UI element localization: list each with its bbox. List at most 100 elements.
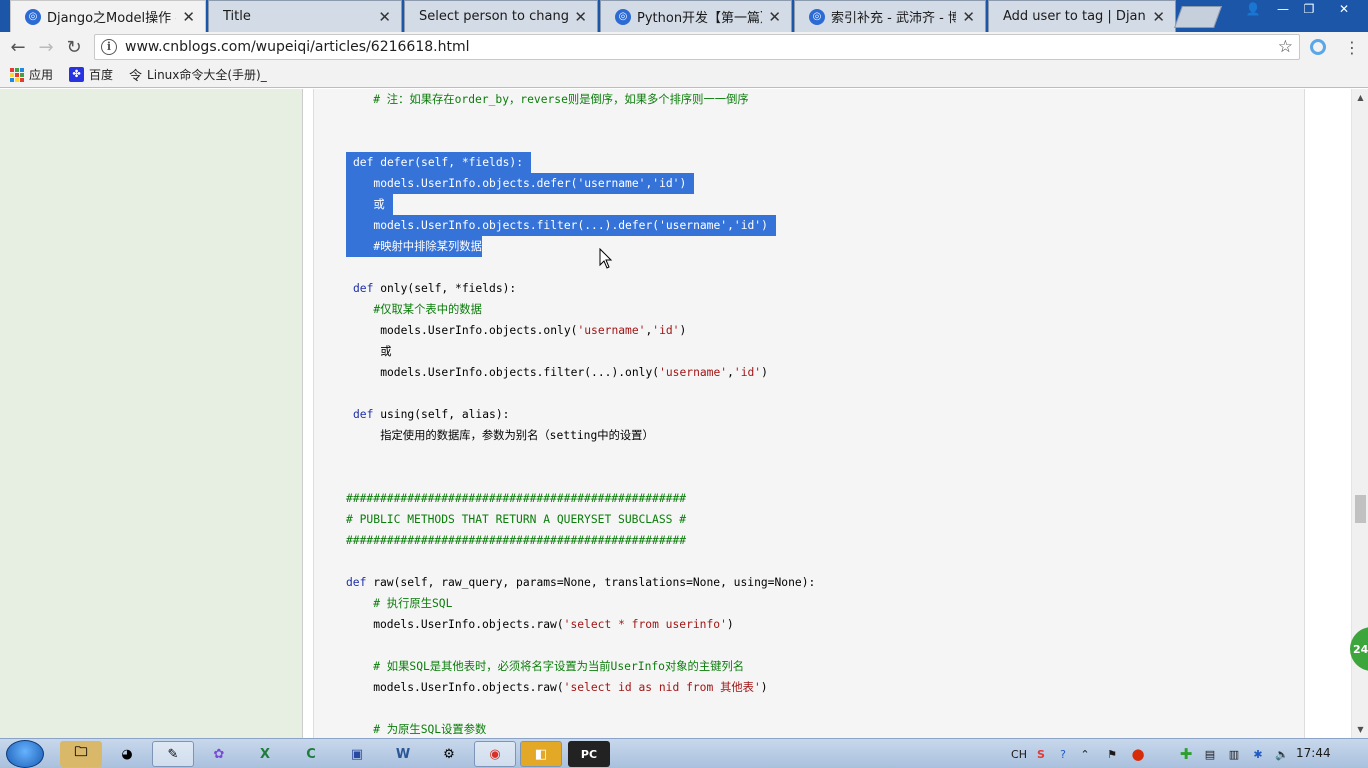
page-content: # 注：如果存在order_by，reverse则是倒序，如果多个排序则一一倒序… <box>0 89 1368 738</box>
reload-icon[interactable]: ↻ <box>62 35 86 59</box>
code-line: def only(self, *fields): <box>353 278 516 299</box>
keyword: def <box>353 156 374 169</box>
code-comment: #仅取某个表中的数据 <box>353 303 482 316</box>
bookmark-linux-commands[interactable]: 令 Linux命令大全(手册)_ <box>129 65 267 84</box>
menu-icon[interactable]: ⋮ <box>1340 35 1364 59</box>
bookmark-baidu[interactable]: ✤ 百度 <box>69 66 113 83</box>
chrome-icon[interactable]: ◉ <box>474 741 516 767</box>
address-bar[interactable]: i www.cnblogs.com/wupeiqi/articles/62166… <box>94 34 1300 60</box>
tab-python-dev[interactable]: ◎ Python开发【第一篇】 ✕ <box>600 0 792 32</box>
tab-index-supplement[interactable]: ◎ 索引补充 - 武沛齐 - 博客 ✕ <box>794 0 986 32</box>
help-icon[interactable]: ? <box>1054 743 1072 765</box>
new-tab-button[interactable] <box>1173 6 1223 28</box>
file-explorer-icon[interactable]: 🗀 <box>60 741 102 767</box>
word-icon[interactable]: W <box>382 741 424 767</box>
extension-icon[interactable] <box>1309 38 1327 56</box>
restore-icon[interactable]: ❐ <box>1296 0 1322 18</box>
code-line-selected: models.UserInfo.objects.filter(...).defe… <box>346 215 776 236</box>
tab-label: Add user to tag | Djang <box>1003 9 1147 24</box>
volume-icon[interactable]: 🔈 <box>1272 743 1292 765</box>
pin-icon[interactable]: ⚑ <box>1102 743 1122 765</box>
code-text: only(self, *fields): <box>373 282 517 295</box>
code-comment: # 注：如果存在order_by，reverse则是倒序，如果多个排序则一一倒序 <box>346 93 749 106</box>
code-line-selected: #映射中排除某列数据 <box>346 236 482 257</box>
code-line: def raw(self, raw_query, params=None, tr… <box>346 572 815 593</box>
code-line-selected: def defer(self, *fields): <box>346 152 532 173</box>
scrollbar-thumb[interactable] <box>1355 495 1366 523</box>
user-icon[interactable]: 👤 <box>1240 0 1266 18</box>
bookmark-apps[interactable]: 应用 <box>10 66 53 83</box>
back-icon[interactable]: ← <box>6 35 30 59</box>
tab-select-person[interactable]: Select person to chang ✕ <box>404 0 598 104</box>
bookmark-star-icon[interactable]: ☆ <box>1278 37 1293 57</box>
code-text: 或 <box>373 198 385 211</box>
close-icon[interactable]: ✕ <box>768 8 781 26</box>
clock[interactable]: 17:44 <box>1296 746 1331 760</box>
cnblogs-icon: ◎ <box>615 8 631 25</box>
code-string: 'username' <box>577 324 646 337</box>
tab-label: Django之Model操作 - 武 <box>47 11 176 26</box>
code-text: 指定使用的数据库，参数为别名（setting中的设置） <box>353 429 654 442</box>
code-text: models.UserInfo.objects.defer( <box>353 177 578 190</box>
start-button[interactable] <box>6 740 44 768</box>
code-text: defer(self, *fields): <box>373 156 524 169</box>
forward-icon[interactable]: → <box>34 35 58 59</box>
ime-indicator[interactable]: CH <box>1008 743 1030 765</box>
cnblogs-icon: ◎ <box>809 8 825 25</box>
audio-player-icon[interactable]: ◧ <box>520 741 562 767</box>
tray-expand-icon[interactable]: ⌃ <box>1076 743 1094 765</box>
record-icon[interactable]: ● <box>1128 743 1148 765</box>
close-icon[interactable]: ✕ <box>574 8 587 26</box>
tab-strip: ◎ Django之Model操作 - 武 ✕ Title ✕ Select pe… <box>0 0 1368 104</box>
close-icon[interactable]: ✕ <box>962 8 975 26</box>
code-text: using(self, alias): <box>373 408 510 421</box>
window-close-icon[interactable]: ✕ <box>1324 0 1364 18</box>
code-comment: ########################################… <box>346 492 687 505</box>
left-sidebar <box>0 89 303 738</box>
code-text: models.UserInfo.objects.raw( <box>346 618 564 631</box>
qq-icon[interactable]: ◕ <box>106 741 148 767</box>
save-disk-icon[interactable]: ▣ <box>336 741 378 767</box>
notepad-icon[interactable]: ✎ <box>152 741 194 767</box>
code-string: 'username' <box>577 177 646 190</box>
scroll-up-icon[interactable]: ▲ <box>1352 89 1368 106</box>
close-icon[interactable]: ✕ <box>1152 8 1165 26</box>
paint-icon[interactable]: ✿ <box>198 741 240 767</box>
network-icon[interactable]: ▥ <box>1224 743 1244 765</box>
tab-label: Title <box>223 9 251 24</box>
code-text: models.UserInfo.objects.filter(...).defe… <box>353 219 660 232</box>
tool-icon[interactable]: ⚙ <box>428 741 470 767</box>
tab-label: Python开发【第一篇】 <box>637 11 763 26</box>
code-string: 'id' <box>652 324 680 337</box>
close-icon[interactable]: ✕ <box>378 8 391 26</box>
tab-django-model[interactable]: ◎ Django之Model操作 - 武 ✕ <box>10 0 206 32</box>
minimize-icon[interactable]: — <box>1270 0 1296 18</box>
scroll-down-icon[interactable]: ▼ <box>1352 721 1368 738</box>
pycharm-icon[interactable]: PC <box>568 741 610 767</box>
badge-count: 24 <box>1353 642 1368 656</box>
camtasia-icon[interactable]: C <box>290 741 332 767</box>
tab-label: 索引补充 - 武沛齐 - 博客 <box>831 11 957 26</box>
close-icon[interactable]: ✕ <box>182 8 195 26</box>
bookmark-label: 百度 <box>89 68 114 82</box>
tab-add-user-to-tag[interactable]: Add user to tag | Djang ✕ <box>988 0 1176 104</box>
tab-title[interactable]: Title ✕ <box>208 0 402 104</box>
code-line-selected: 或 <box>346 194 393 215</box>
code-comment: # 为原生SQL设置参数 <box>346 723 487 736</box>
right-margin <box>1305 89 1351 738</box>
add-icon[interactable]: ✚ <box>1176 743 1196 765</box>
code-comment: #映射中排除某列数据 <box>353 240 482 253</box>
sogou-icon[interactable]: S <box>1032 743 1050 765</box>
device-icon[interactable]: ▤ <box>1200 743 1220 765</box>
mouse-cursor-icon <box>599 248 613 269</box>
bookmark-label: Linux命令大全(手册)_ <box>147 68 267 82</box>
excel-icon[interactable]: X <box>244 741 286 767</box>
tab-label: Select person to chang <box>419 9 569 24</box>
code-string: 'id' <box>733 219 762 232</box>
code-string: 'username' <box>659 219 728 232</box>
bluetooth-icon[interactable]: ✱ <box>1248 743 1268 765</box>
info-icon[interactable]: i <box>101 39 117 55</box>
paw-icon: ✤ <box>69 67 85 82</box>
keyword: def <box>353 408 374 421</box>
